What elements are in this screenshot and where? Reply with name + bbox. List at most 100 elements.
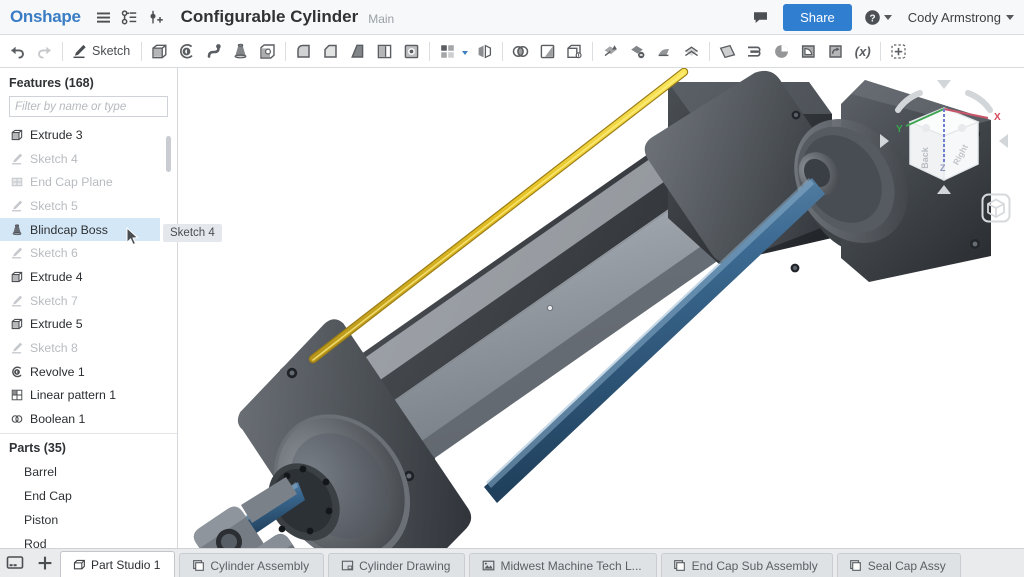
user-name-label: Cody Armstrong	[907, 9, 1001, 25]
sketch-icon	[9, 341, 24, 356]
feature-row-linear-pattern-1[interactable]: Linear pattern 1	[0, 384, 177, 408]
assembly-icon	[849, 559, 863, 573]
pattern-icon[interactable]	[434, 38, 461, 65]
part-row-rod[interactable]: Rod	[0, 532, 177, 548]
tab-label: Seal Cap Assy	[867, 558, 946, 573]
split-icon[interactable]	[534, 38, 561, 65]
revolve-icon[interactable]	[173, 38, 200, 65]
workspace-branch-label: Main	[368, 11, 395, 26]
boolean-icon[interactable]	[507, 38, 534, 65]
create-version-icon[interactable]	[143, 4, 169, 30]
fillet-icon[interactable]	[290, 38, 317, 65]
feature-row-boolean-1[interactable]: Boolean 1	[0, 407, 177, 431]
sweep-icon[interactable]	[200, 38, 227, 65]
view-cube-axis-z: Z	[940, 163, 946, 173]
tab-cylinder-drawing[interactable]: Cylinder Drawing	[328, 553, 466, 577]
enclose-icon[interactable]	[678, 38, 705, 65]
bottom-tab-bar: Part Studio 1 Cylinder Assembly Cylinder…	[0, 548, 1024, 577]
feature-row-revolve-1[interactable]: Revolve 1	[0, 360, 177, 384]
tab-label: Midwest Machine Tech L...	[500, 558, 642, 573]
view-cube-axis-x: X	[994, 112, 1001, 123]
part-row-piston[interactable]: Piston	[0, 508, 177, 532]
feature-row-sketch-4[interactable]: Sketch 4	[0, 147, 177, 171]
isometric-view-icon[interactable]	[981, 193, 1011, 223]
feature-label: Extrude 5	[30, 317, 83, 332]
tab-manager-icon[interactable]	[0, 548, 30, 577]
revolve-icon	[9, 364, 24, 379]
feature-tree-scrollbar[interactable]	[166, 136, 171, 172]
add-tab-icon[interactable]	[30, 548, 60, 577]
draft-icon[interactable]	[344, 38, 371, 65]
chamfer-icon[interactable]	[317, 38, 344, 65]
feature-label: Sketch 4	[30, 151, 78, 166]
part-label: Barrel	[24, 464, 57, 479]
mirror-icon[interactable]	[471, 38, 498, 65]
parts-header: Parts (35)	[0, 432, 177, 460]
derive-icon[interactable]	[822, 38, 849, 65]
feature-row-blindcap-boss[interactable]: Blindcap Boss	[0, 217, 160, 242]
feature-row-sketch-8[interactable]: Sketch 8	[0, 336, 177, 360]
extrude-icon	[9, 127, 24, 142]
part-label: Piston	[24, 512, 59, 527]
assembly-icon	[673, 559, 687, 573]
feature-toolbar: Sketch (x)	[0, 35, 1024, 68]
tab-seal-cap-assy[interactable]: Seal Cap Assy	[836, 553, 961, 577]
plane-icon	[9, 175, 24, 190]
view-cube[interactable]: Back Right X Y Z	[874, 76, 1014, 211]
feature-label: Sketch 6	[30, 246, 78, 261]
feature-row-end-cap-plane[interactable]: End Cap Plane	[0, 170, 177, 194]
feature-filter-input[interactable]	[10, 97, 167, 116]
undo-arrow-icon[interactable]	[4, 38, 31, 65]
tab-part-studio-1[interactable]: Part Studio 1	[60, 551, 176, 577]
3d-viewport[interactable]: Back Right X Y Z	[179, 68, 1024, 548]
feature-label: Sketch 7	[30, 293, 78, 308]
toolbar-divider	[141, 41, 143, 61]
onshape-app-window: Onshape Configurable Cylinder Main Share…	[0, 0, 1024, 577]
sketch-button[interactable]: Sketch	[67, 40, 137, 63]
top-header-bar: Onshape Configurable Cylinder Main Share…	[0, 0, 1024, 35]
loft-icon	[9, 222, 24, 237]
feature-row-extrude-5[interactable]: Extrude 5	[0, 313, 177, 337]
curve-icon[interactable]	[768, 38, 795, 65]
help-menu[interactable]: ?	[860, 9, 896, 26]
feature-row-sketch-5[interactable]: Sketch 5	[0, 194, 177, 218]
extrude-icon[interactable]	[146, 38, 173, 65]
sketch-icon	[9, 198, 24, 213]
wrap-icon[interactable]	[795, 38, 822, 65]
loft-icon[interactable]	[227, 38, 254, 65]
part-label: Rod	[24, 536, 47, 548]
sheet-metal-icon[interactable]	[741, 38, 768, 65]
delete-face-icon[interactable]	[624, 38, 651, 65]
move-face-icon[interactable]	[597, 38, 624, 65]
variable-icon[interactable]: (x)	[849, 38, 876, 65]
tab-label: Cylinder Drawing	[359, 558, 451, 573]
user-menu[interactable]: Cody Armstrong	[908, 10, 1014, 25]
feature-row-extrude-3[interactable]: Extrude 3	[0, 123, 177, 147]
feature-row-extrude-4[interactable]: Extrude 4	[0, 265, 177, 289]
share-button[interactable]: Share	[783, 3, 852, 31]
feature-filter-box[interactable]	[9, 96, 168, 117]
thicken-icon[interactable]	[254, 38, 281, 65]
tab-end-cap-sub-assembly[interactable]: End Cap Sub Assembly	[660, 553, 833, 577]
plane-icon[interactable]	[714, 38, 741, 65]
feature-row-sketch-6[interactable]: Sketch 6	[0, 241, 177, 265]
part-row-end-cap[interactable]: End Cap	[0, 484, 177, 508]
tab-label: Cylinder Assembly	[210, 558, 310, 573]
hamburger-menu-icon[interactable]	[91, 4, 117, 30]
pattern-dropdown-caret-icon[interactable]	[462, 50, 469, 55]
version-graph-icon[interactable]	[117, 4, 143, 30]
feature-label: Sketch 5	[30, 198, 78, 213]
tab-cylinder-assembly[interactable]: Cylinder Assembly	[179, 553, 325, 577]
onshape-logo[interactable]: Onshape	[0, 7, 91, 27]
features-header: Features (168)	[9, 76, 94, 90]
hole-icon[interactable]	[398, 38, 425, 65]
replace-face-icon[interactable]	[651, 38, 678, 65]
rib-icon[interactable]	[371, 38, 398, 65]
part-row-barrel[interactable]: Barrel	[0, 460, 177, 484]
feature-row-sketch-7[interactable]: Sketch 7	[0, 289, 177, 313]
part-label: End Cap	[24, 488, 72, 503]
add-custom-feature-icon[interactable]	[885, 38, 912, 65]
transform-icon[interactable]	[561, 38, 588, 65]
comment-bubble-icon[interactable]	[745, 4, 775, 30]
tab-midwest-machine-tech[interactable]: Midwest Machine Tech L...	[469, 553, 657, 577]
